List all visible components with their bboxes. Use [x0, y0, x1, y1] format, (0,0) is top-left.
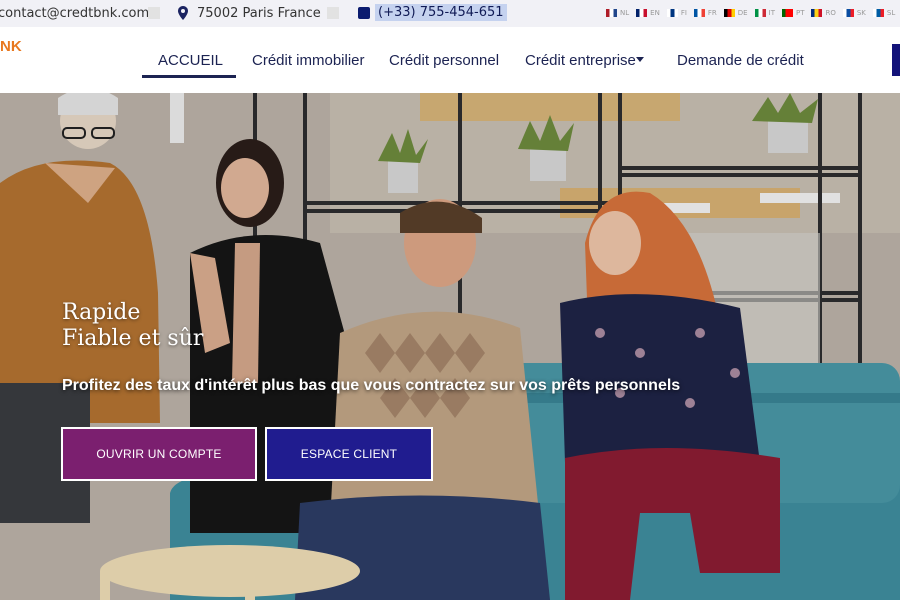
chevron-down-icon[interactable]	[636, 57, 644, 62]
hero-tagline: Rapide Fiable et sûr	[62, 300, 203, 352]
language-ro[interactable]: RO	[811, 9, 836, 17]
language-code: FR	[707, 9, 717, 17]
language-it[interactable]: IT	[754, 9, 775, 17]
tagline-line-1: Rapide	[62, 300, 141, 325]
hero-banner: Rapide Fiable et sûr Profitez des taux d…	[0, 93, 900, 600]
tagline-line-2: Fiable et sûr	[62, 326, 204, 351]
language-code: IT	[768, 9, 775, 17]
language-code: FI	[680, 9, 687, 17]
language-sk[interactable]: SK	[842, 9, 866, 17]
top-info-bar: contact@credtbnk.com 75002 Paris France …	[0, 0, 900, 27]
language-sl[interactable]: SL	[872, 9, 896, 17]
phone-number[interactable]: (+33) 755-454-651	[375, 4, 507, 21]
language-code: PT	[795, 9, 805, 17]
nav-demande-de-credit[interactable]: Demande de crédit	[677, 52, 804, 69]
flag-icon	[754, 9, 766, 17]
flag-icon	[693, 9, 705, 17]
hero-subtitle: Profitez des taux d'intérêt plus bas que…	[62, 377, 681, 394]
flag-icon	[606, 9, 617, 17]
language-code: EN	[650, 9, 660, 17]
language-de[interactable]: DE	[723, 9, 748, 17]
contact-email[interactable]: contact@credtbnk.com	[0, 6, 149, 21]
location-pin-icon	[178, 6, 188, 20]
language-fi[interactable]: FI	[666, 9, 687, 17]
flag-icon	[636, 9, 648, 17]
flag-icon	[723, 9, 735, 17]
flag-icon	[781, 9, 793, 17]
language-fr[interactable]: FR	[693, 9, 717, 17]
whatsapp-icon	[358, 7, 370, 19]
language-switcher: NL EN FI FR DE IT PT RO SK SL	[606, 9, 895, 17]
language-pt[interactable]: PT	[781, 9, 805, 17]
language-code: SL	[886, 9, 896, 17]
nav-active-underline	[142, 75, 236, 78]
client-area-button[interactable]: ESPACE CLIENT	[265, 427, 433, 481]
nav-cta-button[interactable]	[892, 44, 900, 76]
nav-credit-personnel[interactable]: Crédit personnel	[389, 52, 499, 69]
language-code: DE	[737, 9, 748, 17]
language-code: NL	[620, 9, 630, 17]
flag-icon	[872, 9, 884, 17]
nav-accueil[interactable]: ACCUEIL	[158, 52, 223, 69]
flag-icon	[842, 9, 854, 17]
phone-icon	[327, 7, 339, 19]
main-navbar: NK ACCUEIL Crédit immobilier Crédit pers…	[0, 27, 900, 93]
brand-logo[interactable]: NK	[0, 38, 22, 55]
language-code: SK	[856, 9, 866, 17]
language-nl[interactable]: NL	[606, 9, 629, 17]
mail-icon	[148, 7, 160, 19]
flag-icon	[666, 9, 678, 17]
address-text: 75002 Paris France	[197, 6, 321, 21]
open-account-button[interactable]: OUVRIR UN COMPTE	[61, 427, 257, 481]
nav-credit-entreprise[interactable]: Crédit entreprise	[525, 52, 636, 69]
language-en[interactable]: EN	[636, 9, 660, 17]
flag-icon	[811, 9, 823, 17]
language-code: RO	[825, 9, 836, 17]
nav-credit-immobilier[interactable]: Crédit immobilier	[252, 52, 365, 69]
